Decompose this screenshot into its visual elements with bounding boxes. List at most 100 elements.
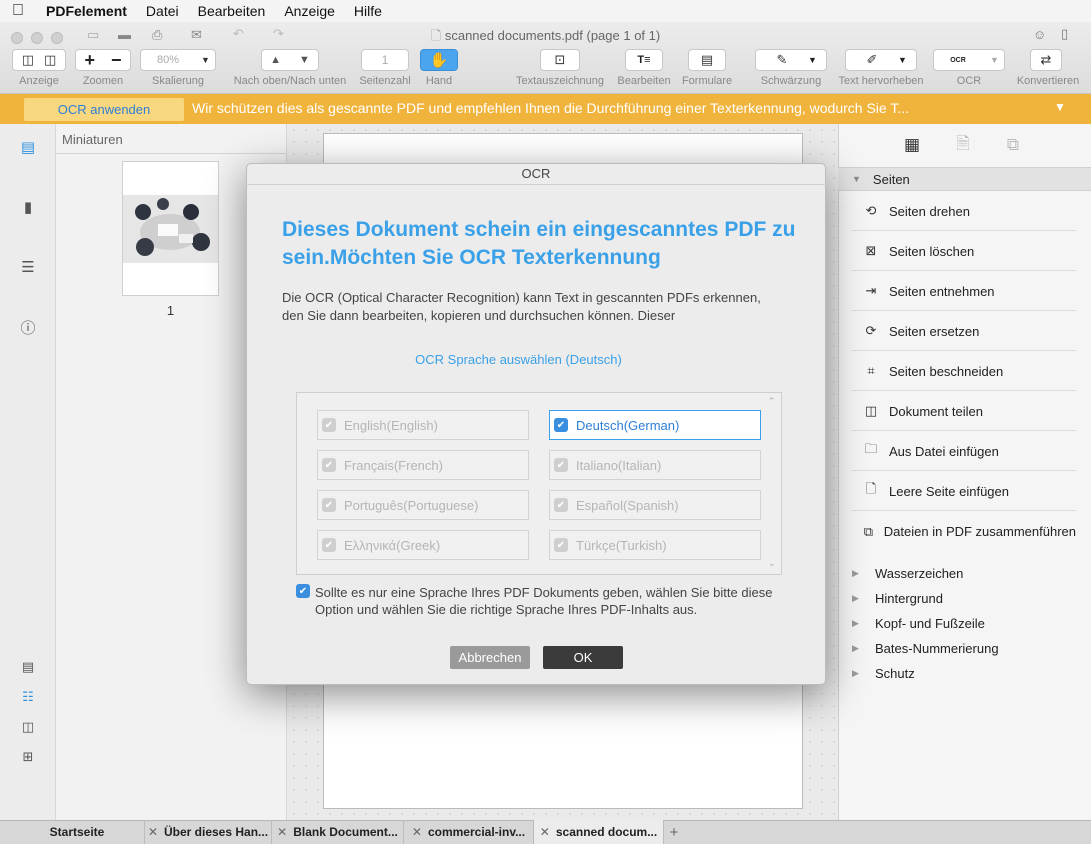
info-icon[interactable]: ⓘ [18,317,38,337]
checkbox-icon: ✔ [322,418,336,432]
two-page-view-icon[interactable]: ◫ [18,717,38,737]
lang-portuguese[interactable]: ✔ Português(Portuguese) [317,490,529,520]
add-tab-icon[interactable]: + [664,820,684,844]
item-label: Dateien in PDF zusammenführen [883,524,1076,539]
close-tab-icon[interactable]: ✕ [412,825,422,839]
tab-startseite[interactable]: Startseite [10,820,145,844]
chevron-down-icon[interactable]: ▼ [898,55,907,65]
chevron-right-icon: ▶ [852,668,859,678]
single-page-view-icon[interactable]: ▤ [18,657,38,677]
arrow-down-icon[interactable]: ▼ [299,54,310,66]
lang-english[interactable]: ✔ English(English) [317,410,529,440]
page-number-input[interactable]: 1 [361,49,409,71]
chevron-down-icon[interactable]: ▼ [808,55,817,65]
ocr-apply-button[interactable]: OCR anwenden [24,98,184,121]
rotate-icon: ⟲ [865,203,877,218]
menu-anzeige[interactable]: Anzeige [284,3,335,19]
language-select-link[interactable]: OCR Sprache auswählen (Deutsch) [282,352,755,367]
scale-dropdown[interactable]: 80% ▼ [140,49,216,71]
rotate-pages-item[interactable]: ⟲ Seiten drehen [852,192,1076,231]
lang-italian[interactable]: ✔ Italiano(Italian) [549,450,761,480]
section-watermark[interactable]: ▶ Wasserzeichen [852,566,963,581]
ocr-button[interactable]: OCR ▼ [933,49,1005,71]
menu-datei[interactable]: Datei [146,3,179,19]
scroll-up-icon[interactable]: ⌃ [768,396,776,407]
zoom-in-icon[interactable]: + [84,50,95,71]
close-tab-icon[interactable]: ✕ [277,825,287,839]
merge-files-item[interactable]: ⧉ Dateien in PDF zusammenführen [852,512,1076,551]
feedback-icon[interactable]: ☺ [1033,27,1046,42]
section-header-footer[interactable]: ▶ Kopf- und Fußzeile [852,616,985,631]
item-label: Dokument teilen [889,403,983,419]
label-forms: Formulare [681,75,733,87]
chevron-right-icon: ▶ [852,593,859,603]
menu-app-name[interactable]: PDFelement [46,3,127,19]
dialog-title: OCR [246,163,826,185]
cancel-button[interactable]: Abbrechen [450,646,530,669]
zoom-out-icon[interactable]: − [111,50,122,71]
view-mode-button[interactable]: ◫ ◫ [12,49,66,71]
nav-buttons: ▲ ▼ [261,49,319,71]
close-tab-icon[interactable]: ✕ [540,825,550,839]
grid-view-icon[interactable]: ⊞ [18,747,38,767]
tab-ueber[interactable]: ✕ Über dieses Han... [145,820,272,844]
menu-bearbeiten[interactable]: Bearbeiten [198,3,266,19]
forms-button[interactable]: ▤ [688,49,726,71]
page-tools-icon[interactable]: ▦ [900,133,924,157]
crop-page-icon[interactable]: ⧉ [1001,133,1025,157]
scroll-down-icon[interactable]: ⌄ [768,558,776,569]
item-label: Seiten drehen [889,203,970,219]
section-pages[interactable]: ▼ Seiten [838,167,1091,191]
lang-label: Türkçe(Turkish) [576,537,667,553]
text-markup-button[interactable]: ⊡ [540,49,580,71]
split-document-item[interactable]: ◫ Dokument teilen [852,392,1076,431]
chevron-right-icon: ▶ [852,568,859,578]
hand-tool-button[interactable]: ✋ [420,49,458,71]
highlight-button[interactable]: ✐ ▼ [845,49,917,71]
tab-scanned-documents[interactable]: ✕ scanned docum... [534,820,664,844]
mobile-icon[interactable]: ▯ [1061,26,1068,42]
document-icon[interactable]: 🗎 [951,133,975,157]
crop-icon: ⌗ [867,363,875,378]
page-thumbnail[interactable] [122,161,219,296]
label-hand: Hand [425,75,453,87]
tab-label: Startseite [49,825,105,839]
insert-blank-page-item[interactable]: 🗋 Leere Seite einfügen [852,472,1076,511]
tab-commercial-invoice[interactable]: ✕ commercial-inv... [404,820,534,844]
lang-greek[interactable]: ✔ Ελληνικά(Greek) [317,530,529,560]
single-language-checkbox[interactable]: ✔ [296,584,310,598]
delete-pages-item[interactable]: ⊠ Seiten löschen [852,232,1076,271]
section-bates[interactable]: ▶ Bates-Nummerierung [852,641,999,656]
replace-pages-item[interactable]: ⟳ Seiten ersetzen [852,312,1076,351]
tab-blank-document[interactable]: ✕ Blank Document... [272,820,404,844]
lang-spanish[interactable]: ✔ Español(Spanish) [549,490,761,520]
chevron-down-icon[interactable]: ▼ [1054,100,1066,114]
lang-label: Français(French) [344,457,443,473]
close-tab-icon[interactable]: ✕ [148,825,158,839]
convert-button[interactable]: ⇄ [1030,49,1062,71]
outline-list-icon[interactable]: ☰ [18,257,38,277]
insert-from-file-item[interactable]: 🗀 Aus Datei einfügen [852,432,1076,471]
chevron-down-icon[interactable]: ▼ [990,55,999,65]
menu-hilfe[interactable]: Hilfe [354,3,382,19]
bookmark-icon[interactable]: ▮ [18,197,38,217]
lang-french[interactable]: ✔ Français(French) [317,450,529,480]
item-label: Leere Seite einfügen [889,483,1009,499]
checkbox-icon: ✔ [554,458,568,472]
arrow-up-icon[interactable]: ▲ [270,54,281,66]
crop-pages-item[interactable]: ⌗ Seiten beschneiden [852,352,1076,391]
lang-label: English(English) [344,417,438,433]
ok-button[interactable]: OK [543,646,623,669]
section-background[interactable]: ▶ Hintergrund [852,591,943,606]
extract-pages-item[interactable]: ⇥ Seiten entnehmen [852,272,1076,311]
lang-turkish[interactable]: ✔ Türkçe(Turkish) [549,530,761,560]
redact-icon: ✎ [776,52,788,67]
lang-german[interactable]: ✔ Deutsch(German) [549,410,761,440]
continuous-view-icon[interactable]: ☷ [18,687,38,707]
edit-button[interactable]: T≡ [625,49,663,71]
apple-icon[interactable]:  [12,2,24,20]
item-label: Aus Datei einfügen [889,443,999,459]
redact-button[interactable]: ✎ ▼ [755,49,827,71]
section-protection[interactable]: ▶ Schutz [852,666,915,681]
thumbnails-icon[interactable]: ▤ [18,137,38,157]
